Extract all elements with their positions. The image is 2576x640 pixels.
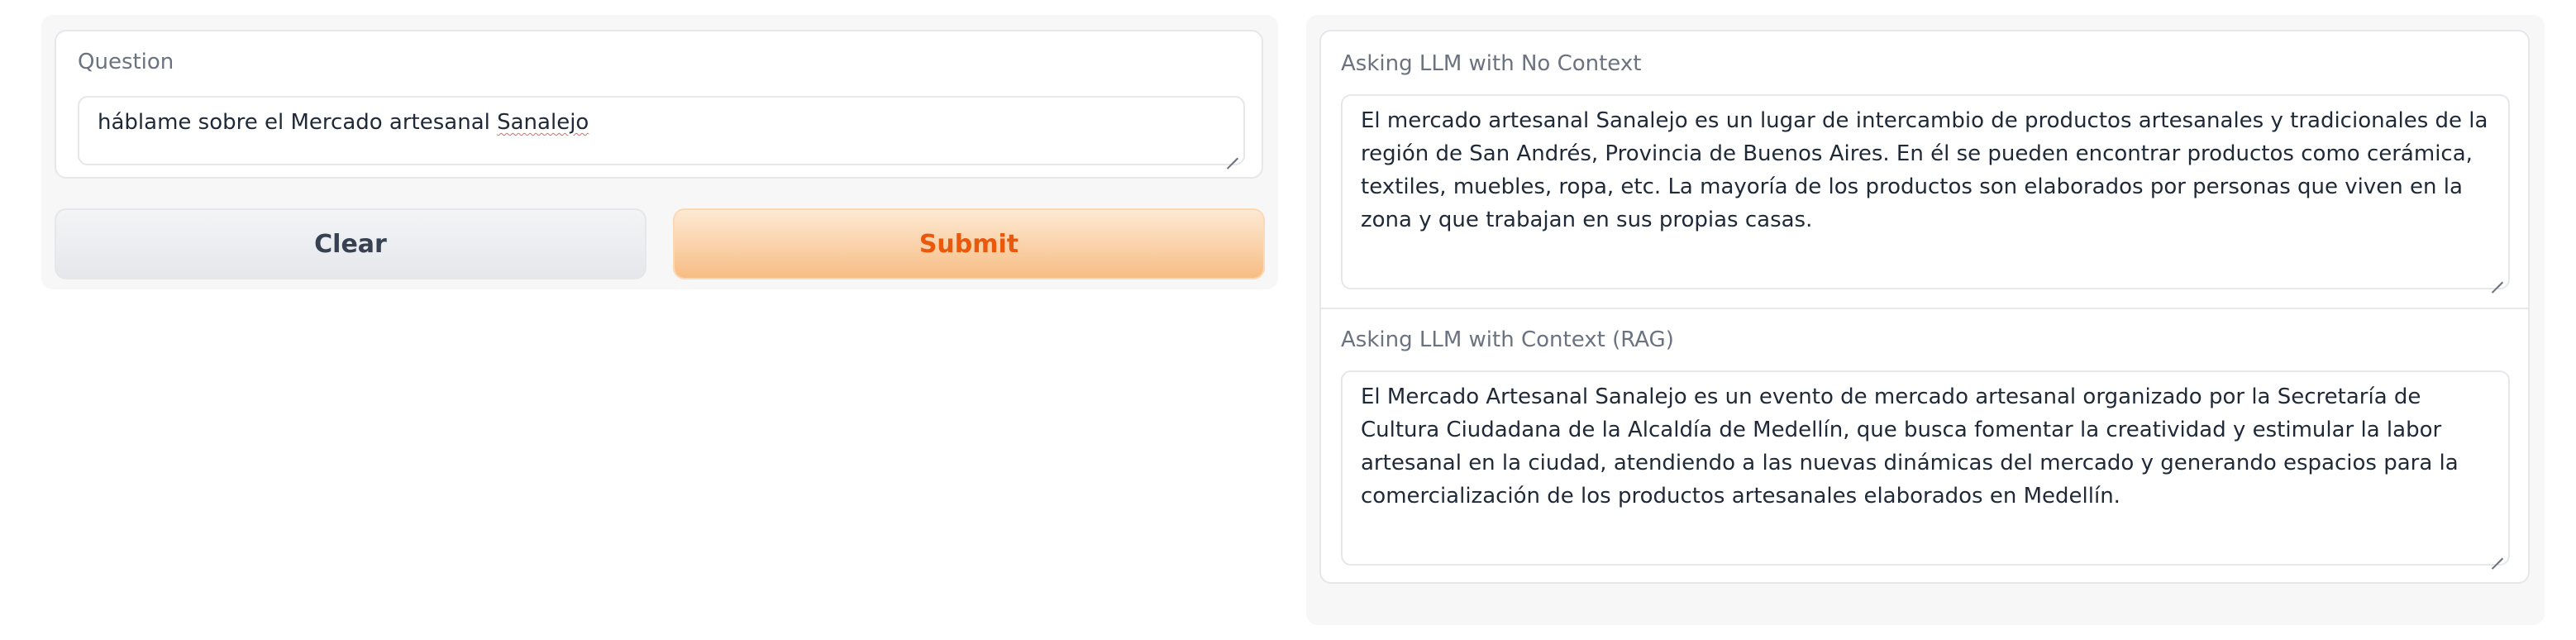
no-context-output[interactable]: El mercado artesanal Sanalejo es un luga… — [1341, 94, 2510, 289]
rag-output-text: El Mercado Artesanal Sanalejo es un even… — [1361, 384, 2459, 509]
no-context-output-text: El mercado artesanal Sanalejo es un luga… — [1361, 108, 2488, 232]
resize-handle-icon[interactable] — [2492, 547, 2503, 559]
question-card: Question háblame sobre el Mercado artesa… — [55, 30, 1263, 179]
clear-button[interactable]: Clear — [55, 208, 646, 279]
question-input[interactable]: háblame sobre el Mercado artesanal Sanal… — [78, 96, 1245, 165]
resize-handle-icon[interactable] — [2492, 271, 2503, 283]
input-panel: Question háblame sobre el Mercado artesa… — [41, 15, 1278, 289]
app-page: Question háblame sobre el Mercado artesa… — [0, 0, 2576, 640]
question-input-text: háblame sobre el Mercado artesanal — [98, 110, 498, 135]
question-label: Question — [78, 50, 174, 74]
resize-handle-icon[interactable] — [1227, 147, 1238, 159]
submit-button[interactable]: Submit — [673, 208, 1265, 279]
rag-output[interactable]: El Mercado Artesanal Sanalejo es un even… — [1341, 370, 2510, 566]
outputs-card: Asking LLM with No Context El mercado ar… — [1319, 30, 2530, 584]
output-panel: Asking LLM with No Context El mercado ar… — [1306, 15, 2545, 625]
output-divider — [1321, 308, 2528, 309]
no-context-label: Asking LLM with No Context — [1341, 51, 1642, 76]
rag-label: Asking LLM with Context (RAG) — [1341, 327, 1674, 352]
misspelled-word: Sanalejo — [497, 110, 589, 135]
